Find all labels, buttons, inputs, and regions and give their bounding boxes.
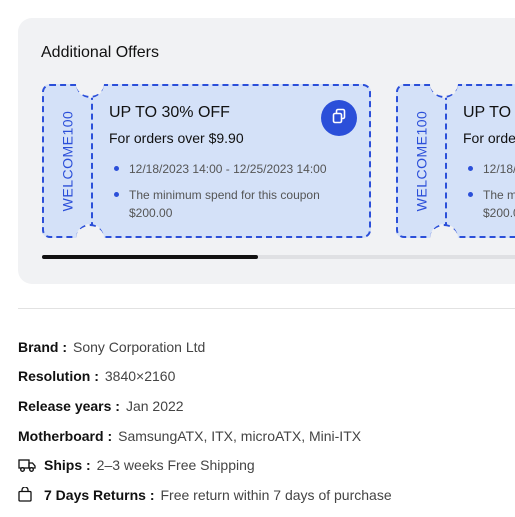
coupon-min-spend: The minimum spend for this coupon $200.0… — [109, 186, 339, 222]
spec-returns: 7 Days Returns : Free return within 7 da… — [18, 480, 392, 510]
copy-icon — [331, 108, 347, 129]
coupon-code: WELCOME100 — [413, 110, 430, 212]
carousel-scroll-thumb[interactable] — [42, 255, 258, 259]
bag-icon — [18, 487, 36, 503]
truck-icon — [18, 457, 36, 473]
product-specs: Brand : Sony Corporation Ltd Resolution … — [18, 332, 392, 510]
spec-motherboard: Motherboard : SamsungATX, ITX, microATX,… — [18, 427, 362, 444]
coupon-condition: For orders over $9.90 — [463, 130, 515, 146]
spec-ships: Ships : 2–3 weeks Free Shipping — [18, 450, 392, 480]
offers-title: Additional Offers — [41, 44, 159, 61]
coupon-carousel[interactable]: WELCOME100 UP TO 30% OFF For orders over… — [42, 82, 515, 240]
copy-code-button[interactable] — [321, 100, 357, 136]
coupon-condition: For orders over $9.90 — [109, 130, 244, 146]
additional-offers-panel: Additional Offers WELCOME100 UP TO 30% O… — [18, 18, 515, 284]
coupon-validity: 12/18/2023 14:00 - 12/25/2023 14:00 — [109, 160, 339, 178]
coupon-headline: UP TO 30% OFF — [463, 104, 515, 121]
coupon-code: WELCOME100 — [59, 110, 76, 212]
coupon-validity: 12/18/2023 14:00 - 12/25/2023 14:00 — [463, 160, 515, 178]
coupon-card: WELCOME100 UP TO 30% OFF For orders over… — [42, 82, 372, 240]
section-divider — [18, 308, 515, 309]
spec-brand: Brand : Sony Corporation Ltd — [18, 338, 206, 355]
coupon-min-spend: The minimum spend for this coupon $200.0… — [463, 186, 515, 222]
carousel-scrollbar[interactable] — [42, 255, 515, 259]
spec-resolution: Resolution : 3840×2160 — [18, 368, 176, 385]
coupon-details: 12/18/2023 14:00 - 12/25/2023 14:00 The … — [109, 160, 339, 230]
spec-release-years: Release years : Jan 2022 — [18, 397, 184, 414]
coupon-details: 12/18/2023 14:00 - 12/25/2023 14:00 The … — [463, 160, 515, 230]
coupon-headline: UP TO 30% OFF — [109, 104, 230, 121]
coupon-card: WELCOME100 UP TO 30% OFF For orders over… — [396, 82, 515, 240]
